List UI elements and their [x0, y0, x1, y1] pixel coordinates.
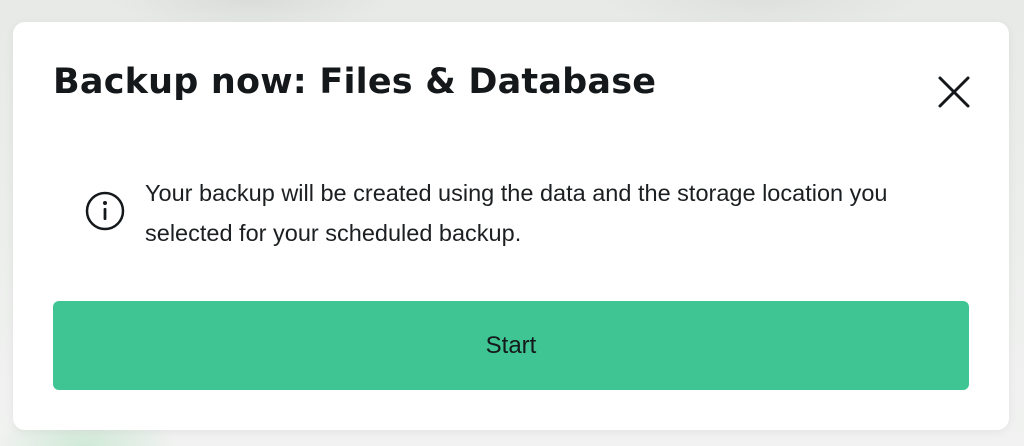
start-button-label: Start	[485, 331, 537, 359]
dialog-title: Backup now: Files & Database	[53, 62, 657, 102]
start-button[interactable]: Start	[53, 301, 969, 390]
dialog-message: Your backup will be created using the da…	[145, 180, 888, 246]
backup-now-dialog: Backup now: Files & Database Your backup…	[13, 22, 1009, 430]
info-icon	[84, 190, 126, 232]
close-button[interactable]	[934, 72, 974, 112]
close-icon	[938, 76, 970, 108]
